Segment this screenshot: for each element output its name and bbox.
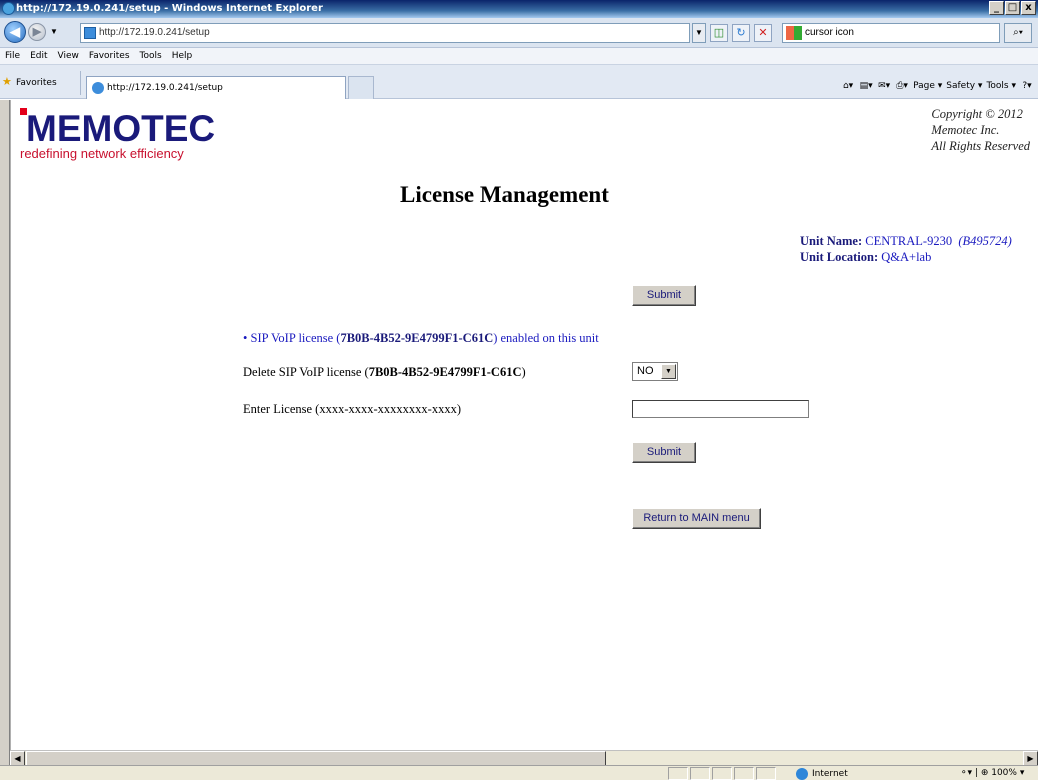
ie-logo-icon xyxy=(2,2,15,15)
unit-info: Unit Name: CENTRAL-9230 (B495724) Unit L… xyxy=(800,233,1012,265)
menu-help[interactable]: Help xyxy=(167,48,198,64)
menu-file[interactable]: File xyxy=(0,48,25,64)
copyright-rights: All Rights Reserved xyxy=(931,139,1030,153)
search-input[interactable]: cursor icon xyxy=(782,23,1000,43)
copyright-notice: Copyright © 2012 Memotec Inc. All Rights… xyxy=(931,106,1030,154)
copyright-company: Memotec Inc. xyxy=(931,123,1000,137)
unit-name-label: Unit Name: xyxy=(800,234,863,248)
delete-label-suffix: ) xyxy=(521,365,526,379)
license-key: 7B0B-4B52-9E4799F1-C61C xyxy=(340,331,494,345)
window-controls: _ □ x xyxy=(989,1,1036,15)
window-title: http://172.19.0.241/setup - Windows Inte… xyxy=(16,3,323,14)
favorites-button[interactable]: Favorites xyxy=(16,78,57,88)
status-cell xyxy=(734,767,754,780)
window-left-edge xyxy=(0,100,10,765)
globe-icon xyxy=(796,768,808,780)
zoom-icon: ⊕ xyxy=(980,768,989,778)
horizontal-scrollbar[interactable]: ◀ ▶ xyxy=(10,750,1038,766)
address-toolbar: ◀ ▶ ▼ http://172.19.0.241/setup ▼ ◫ ↻ ✕ … xyxy=(0,18,1038,48)
security-zone: Internet xyxy=(796,767,848,780)
favorites-bar: ★ Favorites http://172.19.0.241/setup ⌂▾… xyxy=(0,65,1038,99)
address-input[interactable]: http://172.19.0.241/setup xyxy=(80,23,690,43)
tab-setup[interactable]: http://172.19.0.241/setup xyxy=(86,76,346,99)
license-status-suffix: ) enabled on this unit xyxy=(493,331,599,345)
address-dropdown-icon[interactable]: ▼ xyxy=(692,23,706,43)
new-tab-button[interactable] xyxy=(348,76,374,99)
home-icon[interactable]: ⌂▾ xyxy=(841,78,855,92)
menu-view[interactable]: View xyxy=(53,48,84,64)
delete-license-key: 7B0B-4B52-9E4799F1-C61C xyxy=(368,365,522,379)
recent-pages-dropdown-icon[interactable]: ▼ xyxy=(50,27,58,36)
status-cell xyxy=(668,767,688,780)
menu-edit[interactable]: Edit xyxy=(25,48,52,64)
ie-tab-icon xyxy=(92,82,104,94)
logo-wordmark: MEMOTEC xyxy=(26,108,216,149)
delete-select-value: NO xyxy=(637,365,654,377)
status-cell xyxy=(690,767,710,780)
license-status: • SIP VoIP license (7B0B-4B52-9E4799F1-C… xyxy=(243,331,599,346)
mail-icon[interactable]: ✉▾ xyxy=(877,78,891,92)
chevron-down-icon[interactable]: ▼ xyxy=(661,364,676,379)
help-icon[interactable]: ?▾ xyxy=(1020,78,1034,92)
zoom-control[interactable]: ⚬▾ | ⊕ 100% ▾ xyxy=(960,766,1024,780)
feeds-icon[interactable]: ▤▾ xyxy=(859,78,873,92)
protected-mode-icon[interactable]: ⚬▾ | xyxy=(960,768,981,778)
close-button[interactable]: x xyxy=(1021,1,1036,15)
submit-bottom-button[interactable]: Submit xyxy=(632,442,696,463)
delete-license-label: Delete SIP VoIP license (7B0B-4B52-9E479… xyxy=(243,365,526,380)
unit-location-label: Unit Location: xyxy=(800,250,879,264)
enter-license-label: Enter License (xxxx-xxxx-xxxxxxxx-xxxx) xyxy=(243,402,461,416)
print-icon[interactable]: ⎙▾ xyxy=(895,78,909,92)
unit-location-value: Q&A+lab xyxy=(881,250,932,264)
status-bar: Internet ⚬▾ | ⊕ 100% ▾ xyxy=(0,765,1038,780)
tools-menu[interactable]: Tools ▾ xyxy=(986,78,1016,94)
unit-name-value: CENTRAL-9230 xyxy=(865,234,953,248)
return-main-menu-button[interactable]: Return to MAIN menu xyxy=(632,508,761,529)
address-url: http://172.19.0.241/setup xyxy=(99,27,210,38)
favorites-star-icon[interactable]: ★ xyxy=(2,75,12,88)
scroll-right-icon[interactable]: ▶ xyxy=(1023,751,1038,766)
command-bar: ⌂▾ ▤▾ ✉▾ ⎙▾ Page ▾ Safety ▾ Tools ▾ ?▾ xyxy=(841,78,1034,94)
tab-label: http://172.19.0.241/setup xyxy=(107,83,223,93)
status-cell xyxy=(712,767,732,780)
separator xyxy=(80,71,81,95)
minimize-button[interactable]: _ xyxy=(989,1,1004,15)
submit-top-button[interactable]: Submit xyxy=(632,285,696,306)
compatibility-view-icon[interactable]: ◫ xyxy=(710,24,728,42)
search-provider-icon xyxy=(786,26,802,40)
license-status-prefix: • SIP VoIP license ( xyxy=(243,331,341,345)
unit-serial: (B495724) xyxy=(958,234,1012,248)
back-button[interactable]: ◀ xyxy=(4,21,26,43)
menu-favorites[interactable]: Favorites xyxy=(84,48,135,64)
license-input[interactable] xyxy=(632,400,809,418)
delete-license-select[interactable]: NO ▼ xyxy=(632,362,678,381)
forward-button[interactable]: ▶ xyxy=(28,23,46,41)
window-title-bar: http://172.19.0.241/setup - Windows Inte… xyxy=(0,0,1038,18)
copyright-line: Copyright © 2012 xyxy=(931,107,1023,121)
menu-bar: File Edit View Favorites Tools Help xyxy=(0,48,1038,65)
page-favicon-icon xyxy=(84,27,96,39)
zoom-level: 100% xyxy=(991,768,1017,778)
scrollbar-thumb[interactable] xyxy=(26,751,606,766)
page-title: License Management xyxy=(400,182,609,207)
menu-tools[interactable]: Tools xyxy=(135,48,167,64)
logo-tagline: redefining network efficiency xyxy=(20,146,184,161)
search-text: cursor icon xyxy=(805,27,854,38)
page-menu[interactable]: Page ▾ xyxy=(913,78,942,94)
safety-menu[interactable]: Safety ▾ xyxy=(946,78,982,94)
status-cell xyxy=(756,767,776,780)
maximize-button[interactable]: □ xyxy=(1005,1,1020,15)
delete-label-prefix: Delete SIP VoIP license ( xyxy=(243,365,369,379)
zone-label: Internet xyxy=(812,769,848,779)
search-icon[interactable]: ⌕▾ xyxy=(1004,23,1032,43)
refresh-icon[interactable]: ↻ xyxy=(732,24,750,42)
stop-icon[interactable]: ✕ xyxy=(754,24,772,42)
scroll-left-icon[interactable]: ◀ xyxy=(10,751,25,766)
